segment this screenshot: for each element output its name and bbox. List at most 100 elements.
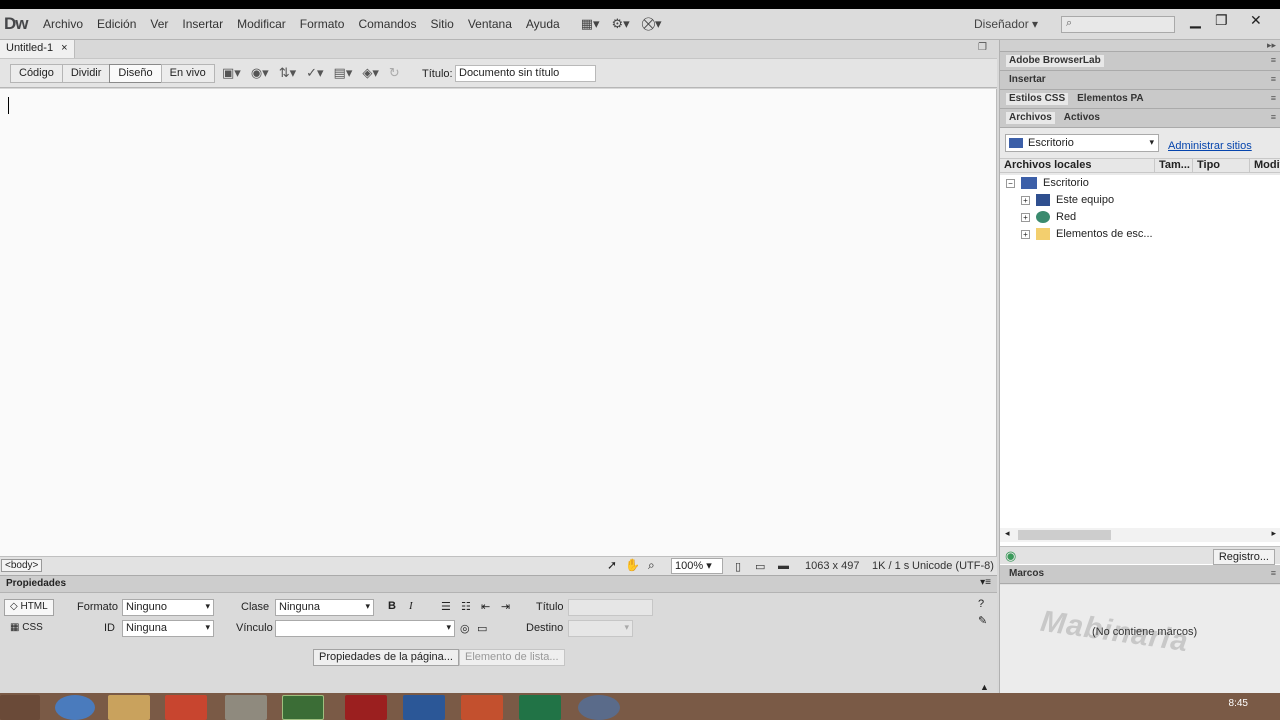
menu-archivo[interactable]: Archivo (36, 17, 90, 31)
system-clock[interactable]: 8:45 (1229, 698, 1248, 709)
tree-item-red[interactable]: + Red (1021, 211, 1076, 223)
collapse-dock-icon[interactable]: ▸▸ (1267, 40, 1276, 51)
minimize-button[interactable]: ▁ (1190, 12, 1201, 29)
link-input[interactable]: ▾ (275, 620, 455, 637)
point-to-file-icon[interactable]: ◎ (460, 622, 470, 635)
bold-button[interactable]: B (388, 600, 396, 612)
close-button[interactable]: ✕ (1250, 12, 1262, 29)
app-taskbar-icon[interactable] (225, 695, 267, 720)
tab-estilos-css[interactable]: Estilos CSS (1006, 93, 1069, 105)
browser-taskbar-icon[interactable] (55, 695, 95, 720)
log-button[interactable]: Registro... (1212, 549, 1275, 565)
menu-insertar[interactable]: Insertar (175, 17, 230, 31)
panel-menu-icon[interactable]: ≡ (1271, 112, 1276, 122)
column-modified[interactable]: Modifi (1250, 159, 1280, 173)
horizontal-scrollbar[interactable]: ◂ ▸ (1000, 528, 1280, 542)
zoom-tool-icon[interactable]: ⌕ (648, 558, 655, 573)
menu-ventana[interactable]: Ventana (461, 17, 519, 31)
visual-aids-icon[interactable]: ▤▾ (334, 65, 353, 81)
close-icon[interactable]: × (61, 42, 67, 56)
dock-header[interactable]: ▸▸ (1000, 40, 1280, 52)
layout-icon[interactable]: ▦▾ (581, 16, 600, 32)
tablet-size-icon[interactable]: ▭ (755, 560, 765, 573)
split-view-button[interactable]: Dividir (61, 64, 111, 83)
panel-menu-icon[interactable]: ≡ (1271, 568, 1276, 578)
panel-menu-icon[interactable]: ≡ (1271, 55, 1276, 65)
column-size[interactable]: Tam... (1155, 159, 1193, 173)
preview-browser-icon[interactable]: ◉▾ (251, 65, 269, 81)
scroll-left-icon[interactable]: ◂ (1005, 528, 1010, 539)
page-properties-button[interactable]: Propiedades de la página... (313, 649, 459, 666)
search-input[interactable]: ⌕ (1061, 16, 1175, 33)
ordered-list-icon[interactable]: ☷ (461, 600, 471, 613)
refresh-icon[interactable]: ↻ (389, 65, 400, 81)
window-size[interactable]: 1063 x 497 (805, 560, 859, 572)
title-input[interactable]: Documento sin título (455, 65, 596, 82)
id-select[interactable]: Ninguna ▾ (122, 620, 214, 637)
column-local-files[interactable]: Archivos locales (1000, 159, 1155, 173)
outdent-icon[interactable]: ⇤ (481, 600, 490, 613)
tree-item-este-equipo[interactable]: + Este equipo (1021, 194, 1114, 206)
collapse-icon[interactable]: ▲ (980, 682, 989, 692)
menu-formato[interactable]: Formato (293, 17, 352, 31)
insertar-panel-header[interactable]: Insertar ≡ (1000, 71, 1280, 90)
desktop-size-icon[interactable]: ▬ (778, 560, 789, 572)
zoom-select[interactable]: 100% ▾ (671, 558, 723, 574)
tab-archivos[interactable]: Archivos (1006, 112, 1055, 124)
tab-untitled[interactable]: Untitled-1 × (0, 40, 75, 58)
mobile-size-icon[interactable]: ▯ (735, 560, 741, 573)
help-icon[interactable]: ? (978, 598, 984, 610)
maximize-button[interactable]: ❐ (1215, 12, 1228, 29)
validate-icon[interactable]: ◈▾ (362, 65, 379, 81)
site-select[interactable]: Escritorio ▾ (1005, 134, 1159, 152)
css-mode-button[interactable]: ▦ CSS (4, 620, 49, 637)
workspace-switcher[interactable]: Diseñador ▾ (974, 17, 1038, 31)
tag-selector[interactable]: <body> (1, 559, 43, 572)
tree-item-elementos[interactable]: + Elementos de esc... (1021, 228, 1153, 240)
excel-taskbar-icon[interactable] (519, 695, 561, 720)
file-management-icon[interactable]: ⇅▾ (279, 65, 296, 81)
quick-tag-editor-icon[interactable]: ✎ (978, 614, 987, 627)
indent-icon[interactable]: ⇥ (501, 600, 510, 613)
app-taskbar-icon[interactable] (578, 695, 620, 720)
menu-edicion[interactable]: Edición (90, 17, 143, 31)
browserlab-panel-header[interactable]: Adobe BrowserLab ≡ (1000, 52, 1280, 71)
manage-sites-link[interactable]: Administrar sitios (1168, 140, 1252, 152)
multiscreen-icon[interactable]: ▣▾ (222, 65, 241, 81)
panel-menu-icon[interactable]: ▾≡ (980, 577, 991, 588)
menu-modificar[interactable]: Modificar (230, 17, 293, 31)
menu-sitio[interactable]: Sitio (423, 17, 460, 31)
browse-folder-icon[interactable]: ▭ (477, 622, 487, 635)
panel-menu-icon[interactable]: ≡ (1271, 74, 1276, 84)
menu-comandos[interactable]: Comandos (351, 17, 423, 31)
class-select[interactable]: Ninguna ▾ (275, 599, 374, 616)
dreamweaver-taskbar-icon[interactable] (282, 695, 324, 720)
html-mode-button[interactable]: ◇ HTML (4, 599, 54, 616)
word-taskbar-icon[interactable] (403, 695, 445, 720)
powerpoint-taskbar-icon[interactable] (461, 695, 503, 720)
tab-elementos-pa[interactable]: Elementos PA (1074, 93, 1147, 105)
scroll-right-icon[interactable]: ▸ (1271, 528, 1276, 539)
scroll-thumb[interactable] (1018, 530, 1111, 540)
gear-icon[interactable]: ⚙▾ (612, 16, 630, 32)
code-view-button[interactable]: Código (10, 64, 63, 83)
menu-ayuda[interactable]: Ayuda (519, 17, 567, 31)
unordered-list-icon[interactable]: ☰ (441, 600, 451, 613)
start-button[interactable] (0, 695, 40, 720)
site-icon[interactable]: ⛒▾ (642, 16, 662, 32)
explorer-taskbar-icon[interactable] (108, 695, 150, 720)
tree-item-escritorio[interactable]: − Escritorio (1006, 177, 1089, 189)
restore-document-icon[interactable]: ❐ (978, 42, 987, 53)
live-view-button[interactable]: En vivo (160, 64, 215, 83)
browser-check-icon[interactable]: ✓▾ (306, 65, 323, 81)
italic-button[interactable]: I (409, 600, 413, 612)
design-view-button[interactable]: Diseño (109, 64, 162, 83)
panel-menu-icon[interactable]: ≡ (1271, 93, 1276, 103)
frames-panel-header[interactable]: Marcos ≡ (1000, 565, 1280, 584)
app-taskbar-icon[interactable] (165, 695, 207, 720)
tab-activos[interactable]: Activos (1061, 112, 1103, 124)
column-type[interactable]: Tipo (1193, 159, 1250, 173)
hand-tool-icon[interactable]: ✋ (625, 558, 640, 573)
properties-header[interactable]: Propiedades ▾≡ (0, 576, 997, 593)
menu-ver[interactable]: Ver (143, 17, 175, 31)
